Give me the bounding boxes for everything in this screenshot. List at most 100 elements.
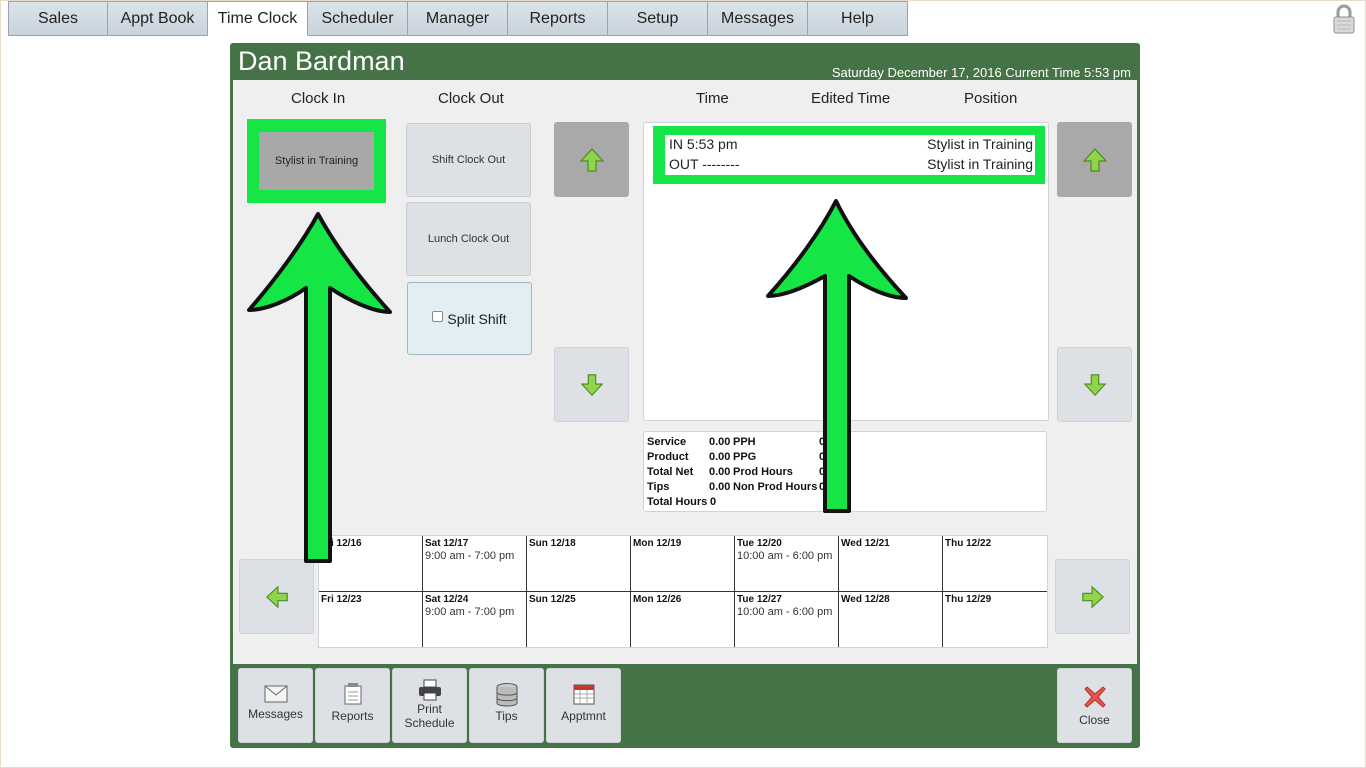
- current-datetime: Saturday December 17, 2016 Current Time …: [831, 65, 1131, 80]
- schedule-day[interactable]: Sun 12/25: [527, 591, 631, 647]
- schedule-day[interactable]: Mon 12/19: [631, 536, 735, 592]
- envelope-icon: [264, 685, 287, 703]
- schedule-date: Mon 12/26: [633, 593, 682, 605]
- database-icon: [496, 683, 517, 707]
- arrow-up-icon: [579, 147, 604, 172]
- schedule-day[interactable]: Sat 12/24 9:00 am - 7:00 pm: [423, 591, 527, 647]
- schedule-day[interactable]: Wed 12/28: [839, 591, 943, 647]
- prev-week-button[interactable]: [239, 559, 314, 634]
- stat-product: 0.00: [709, 451, 731, 463]
- lunch-clock-out-button[interactable]: Lunch Clock Out: [406, 202, 531, 276]
- shift-clock-out-button[interactable]: Shift Clock Out: [406, 123, 531, 197]
- schedule-day[interactable]: Wed 12/21: [839, 536, 943, 592]
- scroll-down-button[interactable]: [554, 347, 629, 422]
- time-clock-content: Clock In Clock Out Time Edited Time Posi…: [233, 80, 1137, 664]
- print-schedule-button[interactable]: Print Schedule: [392, 668, 467, 743]
- close-label: Close: [1079, 713, 1110, 727]
- selected-entries-highlight: IN 5:53 pm Stylist in Training OUT -----…: [653, 126, 1045, 184]
- split-shift-checkbox[interactable]: [432, 310, 444, 322]
- stat-non-prod-hours: 0: [819, 481, 826, 493]
- schedule-day[interactable]: Fri 12/23: [319, 591, 423, 647]
- stat-service-label: Service: [647, 436, 687, 448]
- tab-time-clock[interactable]: Time Clock: [208, 1, 308, 36]
- apptmnt-label: Apptmnt: [561, 709, 606, 723]
- calendar-icon: [573, 684, 594, 705]
- top-nav: Sales Appt Book Time Clock Scheduler Man…: [8, 1, 908, 36]
- tab-sales[interactable]: Sales: [8, 1, 108, 36]
- edited-time-header: Edited Time: [811, 90, 891, 107]
- time-header: Time: [696, 90, 729, 107]
- stat-total-net-label: Total Net: [647, 466, 694, 478]
- stat-service: 0.00: [709, 436, 731, 448]
- next-week-button[interactable]: [1055, 559, 1130, 634]
- position-down-button[interactable]: [1057, 347, 1132, 422]
- stat-total-hours: 0: [710, 496, 717, 508]
- stat-tips-label: Tips: [647, 481, 670, 493]
- schedule-date: Thu 12/22: [945, 538, 992, 549]
- schedule-date: Thu 12/29: [945, 593, 992, 605]
- schedule-day[interactable]: Fri 12/16: [319, 536, 423, 592]
- tab-scheduler[interactable]: Scheduler: [308, 1, 408, 36]
- stat-ppg-label: PPG: [733, 451, 757, 463]
- tab-messages[interactable]: Messages: [708, 1, 808, 36]
- stat-product-label: Product: [647, 451, 689, 463]
- stat-prod-hours-label: Prod Hours: [733, 466, 793, 478]
- schedule-day[interactable]: Mon 12/26: [631, 591, 735, 647]
- schedule-date: Tue 12/20: [737, 538, 782, 549]
- annotation-arrow-up-icon: [247, 212, 392, 563]
- tips-button[interactable]: Tips: [469, 668, 544, 743]
- arrow-up-icon: [1082, 147, 1107, 172]
- clock-out-header: Clock Out: [438, 90, 504, 107]
- schedule-day[interactable]: Sun 12/18: [527, 536, 631, 592]
- close-button[interactable]: Close: [1057, 668, 1132, 743]
- schedule-date: Mon 12/19: [633, 538, 682, 549]
- schedule-day[interactable]: Tue 12/20 10:00 am - 6:00 pm: [735, 536, 839, 592]
- schedule-date: Sun 12/18: [529, 538, 576, 549]
- stat-total-hours-label: Total Hours: [647, 496, 708, 508]
- schedule-hours: 10:00 am - 6:00 pm: [737, 550, 833, 562]
- print-label: Print: [417, 702, 442, 716]
- stat-tips: 0.00: [709, 481, 731, 493]
- arrow-down-icon: [1083, 373, 1106, 396]
- tab-help[interactable]: Help: [808, 1, 908, 36]
- time-clock-panel: Dan Bardman Saturday December 17, 2016 C…: [230, 43, 1140, 748]
- stat-non-prod-hours-label: Non Prod Hours: [733, 481, 818, 493]
- clock-in-position-button[interactable]: Stylist in Training: [259, 132, 374, 190]
- entry-position: Stylist in Training: [927, 136, 1033, 152]
- position-up-button[interactable]: [1057, 122, 1132, 197]
- time-entry-row[interactable]: OUT -------- Stylist in Training: [669, 156, 1033, 172]
- schedule-date: Wed 12/28: [841, 593, 890, 605]
- tab-manager[interactable]: Manager: [408, 1, 508, 36]
- stat-total-net: 0.00: [709, 466, 731, 478]
- apptmnt-button[interactable]: Apptmnt: [546, 668, 621, 743]
- tab-reports[interactable]: Reports: [508, 1, 608, 36]
- schedule-date: Tue 12/27: [737, 593, 782, 605]
- schedule-date: Sun 12/25: [529, 593, 576, 605]
- employee-name: Dan Bardman: [238, 46, 405, 76]
- schedule-day[interactable]: Sat 12/17 9:00 am - 7:00 pm: [423, 536, 527, 592]
- scroll-up-button[interactable]: [554, 122, 629, 197]
- arrow-left-icon: [265, 585, 288, 608]
- lock-icon[interactable]: [1332, 3, 1356, 35]
- schedule-date: Wed 12/21: [841, 538, 890, 549]
- messages-button[interactable]: Messages: [238, 668, 313, 743]
- stat-pph-label: PPH: [733, 436, 756, 448]
- schedule-day[interactable]: Thu 12/29: [943, 592, 1047, 648]
- schedule-date: Fri 12/16: [321, 538, 362, 549]
- schedule-day[interactable]: Tue 12/27 10:00 am - 6:00 pm: [735, 591, 839, 647]
- stat-ppg: 0: [819, 451, 826, 463]
- schedule-label: Schedule: [404, 716, 455, 730]
- messages-label: Messages: [248, 707, 303, 721]
- schedule-hours: 9:00 am - 7:00 pm: [425, 550, 515, 562]
- printer-icon: [418, 679, 441, 701]
- tab-setup[interactable]: Setup: [608, 1, 708, 36]
- split-shift-toggle[interactable]: Split Shift: [407, 282, 532, 355]
- time-entry-row[interactable]: IN 5:53 pm Stylist in Training: [669, 136, 1033, 152]
- reports-button[interactable]: Reports: [315, 668, 390, 743]
- selected-entries[interactable]: IN 5:53 pm Stylist in Training OUT -----…: [665, 135, 1035, 175]
- schedule-day[interactable]: Thu 12/22: [943, 536, 1047, 592]
- close-x-icon: [1083, 686, 1106, 708]
- tab-appt-book[interactable]: Appt Book: [108, 1, 208, 36]
- time-entries-list[interactable]: IN 5:53 pm Stylist in Training OUT -----…: [643, 122, 1049, 421]
- schedule-date: Sat 12/24: [425, 593, 469, 605]
